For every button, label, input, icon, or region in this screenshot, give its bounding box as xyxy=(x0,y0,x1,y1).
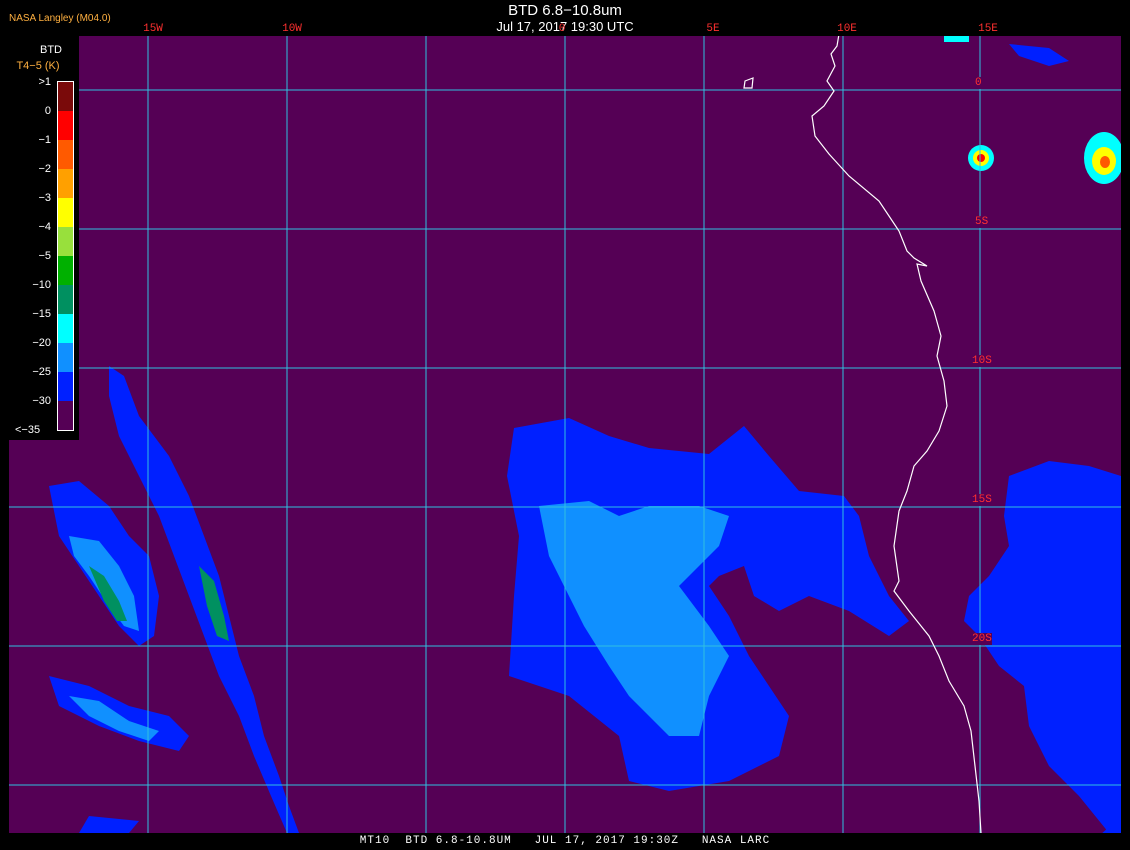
longitude-label: 10W xyxy=(282,23,302,35)
legend-swatch xyxy=(58,227,73,256)
longitude-label: 15E xyxy=(978,23,998,35)
legend-swatch xyxy=(58,140,73,169)
coastline xyxy=(811,36,982,833)
legend-swatch xyxy=(58,285,73,314)
cloud-ne-cell-2-core xyxy=(1100,156,1110,168)
legend-tick-label: >1 xyxy=(38,76,51,88)
cloud-central-blue xyxy=(507,418,909,791)
legend-title: BTD xyxy=(40,44,62,56)
longitude-label: 15W xyxy=(143,23,163,35)
legend-color-bar xyxy=(57,81,74,431)
legend-tick-label: −4 xyxy=(38,221,51,233)
latitude-label: 10S xyxy=(972,355,992,367)
legend-tick-label: <−35 xyxy=(15,424,41,436)
legend-swatch xyxy=(58,111,73,140)
latitude-label: 5S xyxy=(975,216,989,228)
legend-swatch xyxy=(58,314,73,343)
legend-tick-label: −30 xyxy=(32,395,51,407)
footer-bar: MT10 BTD 6.8-10.8UM JUL 17, 2017 19:30Z … xyxy=(0,833,1130,850)
legend-tick-label: −15 xyxy=(32,308,51,320)
footer-text: MT10 BTD 6.8-10.8UM JUL 17, 2017 19:30Z … xyxy=(359,835,771,847)
map-title: BTD 6.8−10.8um xyxy=(508,2,622,19)
cloud-east-blue xyxy=(964,461,1121,833)
legend-swatch xyxy=(58,401,73,430)
island-coast xyxy=(743,77,754,89)
legend-tick-label: −20 xyxy=(32,337,51,349)
longitude-label: 10E xyxy=(837,23,857,35)
color-legend: BTD T4−5 (K) >1 0 −1 −2 −3 −4 −5 −10 −15 −20 −25 −3… xyxy=(9,36,79,440)
cloud-ne-cell-1-core xyxy=(977,154,985,162)
satellite-map[interactable]: 0 5S 10S 15S 20S xyxy=(9,36,1121,833)
legend-subtitle: T4−5 (K) xyxy=(16,60,60,72)
legend-tick-label: −25 xyxy=(32,366,51,378)
legend-swatch xyxy=(58,256,73,285)
legend-tick-label: 0 xyxy=(44,105,51,117)
legend-swatch xyxy=(58,169,73,198)
legend-swatch xyxy=(58,82,73,111)
latitude-label: 20S xyxy=(972,633,992,645)
lat-lon-grid xyxy=(9,36,1121,833)
legend-swatch xyxy=(58,198,73,227)
longitude-label: 5E xyxy=(706,23,720,35)
cloud-ne-top xyxy=(944,36,969,42)
legend-swatch xyxy=(58,343,73,372)
longitude-label: 0 xyxy=(558,23,566,35)
legend-tick-label: −5 xyxy=(38,250,51,262)
legend-tick-label: −10 xyxy=(32,279,51,291)
latitude-label: 0 xyxy=(975,77,982,89)
cloud-ne-streak xyxy=(1009,44,1069,66)
cloud-west-streak-2 xyxy=(49,676,189,751)
legend-tick-label: −2 xyxy=(38,163,51,175)
legend-swatch xyxy=(58,372,73,401)
map-canvas xyxy=(9,36,1121,833)
legend-tick-label: −1 xyxy=(38,134,51,146)
cloud-west-bottom xyxy=(79,816,139,833)
legend-tick-label: −3 xyxy=(38,192,51,204)
cloud-layer xyxy=(49,36,1121,833)
latitude-label: 15S xyxy=(972,494,992,506)
